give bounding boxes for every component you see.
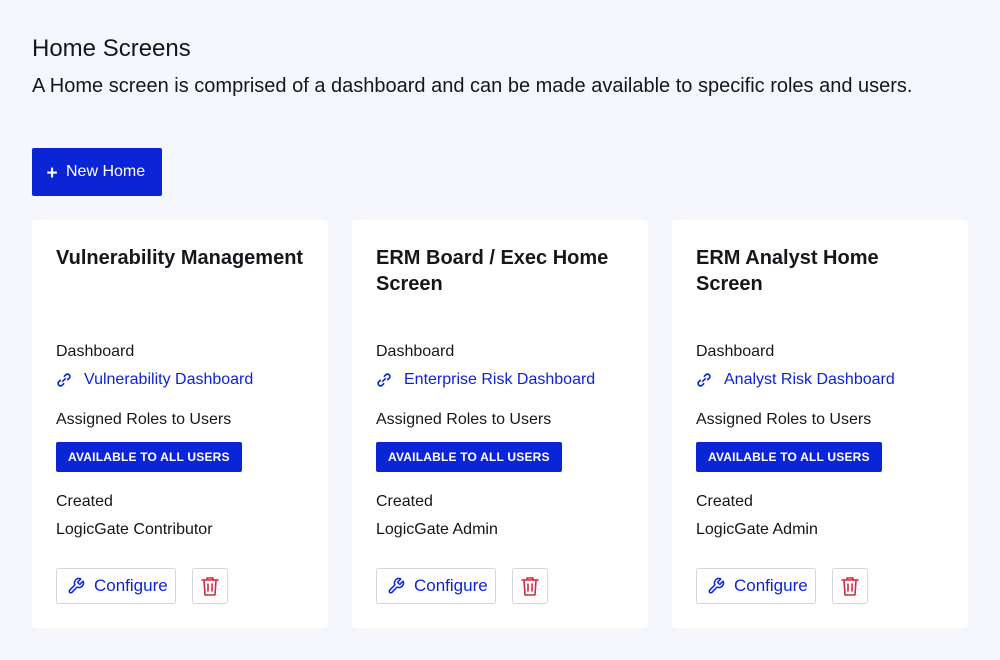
link-icon [697, 373, 711, 387]
delete-button[interactable] [192, 568, 228, 604]
created-label: Created [696, 493, 753, 510]
created-by-value: LogicGate Admin [696, 521, 818, 538]
new-home-button-label: New Home [66, 163, 146, 180]
delete-button[interactable] [832, 568, 868, 604]
home-screen-card: Vulnerability Management Dashboard Vulne… [32, 220, 328, 628]
assigned-roles-label: Assigned Roles to Users [376, 411, 552, 428]
wrench-icon [708, 577, 725, 594]
configure-button-label: Configure [414, 576, 488, 595]
dashboard-link[interactable]: Vulnerability Dashboard [56, 370, 253, 390]
created-label: Created [376, 493, 433, 510]
dashboard-label: Dashboard [696, 343, 775, 360]
home-screen-card: ERM Board / Exec Home Screen Dashboard E… [352, 220, 648, 628]
home-screen-cards: Vulnerability Management Dashboard Vulne… [32, 220, 968, 628]
page-title: Home Screens [32, 35, 191, 62]
page-description: A Home screen is comprised of a dashboar… [32, 75, 913, 97]
card-actions: Configure [56, 568, 228, 604]
configure-button-label: Configure [94, 576, 168, 595]
dashboard-label: Dashboard [376, 343, 455, 360]
trash-icon [201, 577, 219, 596]
dashboard-link-label: Analyst Risk Dashboard [724, 371, 895, 388]
wrench-icon [68, 577, 85, 594]
configure-button-label: Configure [734, 576, 808, 595]
availability-badge: AVAILABLE TO ALL USERS [56, 442, 242, 472]
card-actions: Configure [376, 568, 548, 604]
dashboard-label: Dashboard [56, 343, 135, 360]
card-title: Vulnerability Management [56, 247, 304, 269]
configure-button[interactable]: Configure [56, 568, 176, 604]
dashboard-link-label: Enterprise Risk Dashboard [404, 371, 596, 388]
link-icon [377, 373, 391, 387]
created-label: Created [56, 493, 113, 510]
card-title: ERM Board / Exec Home Screen [376, 247, 609, 295]
dashboard-link-label: Vulnerability Dashboard [84, 371, 254, 388]
plus-icon: + [46, 162, 58, 184]
availability-badge: AVAILABLE TO ALL USERS [376, 442, 562, 472]
assigned-roles-label: Assigned Roles to Users [56, 411, 232, 428]
dashboard-link[interactable]: Analyst Risk Dashboard [696, 370, 895, 390]
wrench-icon [388, 577, 405, 594]
trash-icon [841, 577, 859, 596]
new-home-button[interactable]: + New Home [32, 148, 162, 196]
home-screen-card: ERM Analyst Home Screen Dashboard Analys… [672, 220, 968, 628]
link-icon [57, 373, 71, 387]
delete-button[interactable] [512, 568, 548, 604]
created-by-value: LogicGate Contributor [56, 521, 213, 538]
configure-button[interactable]: Configure [376, 568, 496, 604]
assigned-roles-label: Assigned Roles to Users [696, 411, 872, 428]
home-screens-page: Home Screens A Home screen is comprised … [0, 0, 1000, 660]
card-title: ERM Analyst Home Screen [696, 247, 879, 295]
created-by-value: LogicGate Admin [376, 521, 498, 538]
availability-badge: AVAILABLE TO ALL USERS [696, 442, 882, 472]
card-actions: Configure [696, 568, 868, 604]
trash-icon [521, 577, 539, 596]
dashboard-link[interactable]: Enterprise Risk Dashboard [376, 370, 595, 390]
configure-button[interactable]: Configure [696, 568, 816, 604]
